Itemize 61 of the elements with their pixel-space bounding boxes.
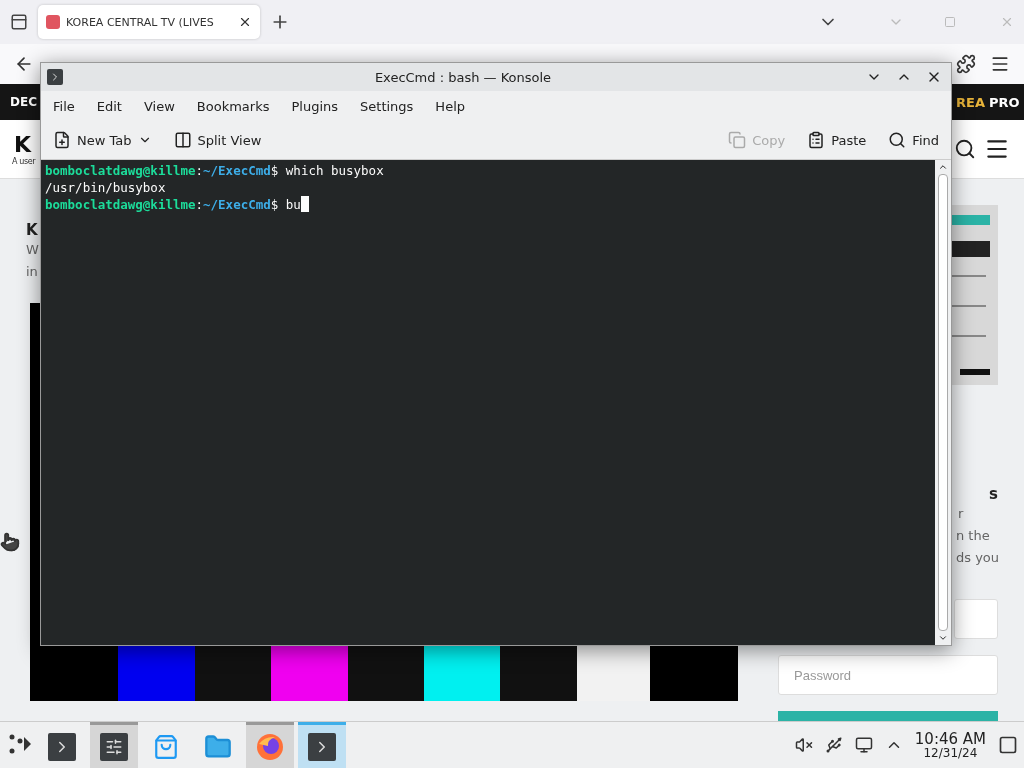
- toolbar-button[interactable]: Split View: [169, 129, 266, 151]
- scroll-up-icon[interactable]: [938, 162, 948, 172]
- terminal-line: /usr/bin/busybox: [45, 179, 167, 196]
- sliders-icon: [100, 732, 128, 761]
- window-title: ExecCmd : bash — Konsole: [373, 69, 553, 85]
- extensions-icon[interactable]: [956, 54, 976, 74]
- password-field[interactable]: Password: [778, 655, 998, 695]
- terminal-line: bomboclatdawg@killme:~/ExecCmd$ which busybox: [45, 162, 385, 179]
- brand-text: PRO: [988, 94, 1020, 110]
- toolbar-button[interactable]: Find: [884, 129, 943, 151]
- taskbar-item[interactable]: [246, 722, 294, 768]
- search-icon: [888, 131, 907, 149]
- menu-item[interactable]: View: [135, 94, 183, 118]
- clock-date[interactable]: 12/31/24: [923, 746, 978, 760]
- menu-item[interactable]: Settings: [352, 94, 422, 118]
- terminal-icon: [48, 732, 76, 761]
- folder-icon: [204, 732, 232, 761]
- pointer-hand-icon: [0, 532, 20, 552]
- favicon-icon: [46, 15, 60, 29]
- scrollbar[interactable]: [935, 160, 951, 645]
- article-text: W: [26, 241, 40, 259]
- toolbar-button[interactable]: Paste: [803, 129, 871, 151]
- store-bag-icon: [153, 733, 179, 760]
- menu-item[interactable]: Edit: [88, 94, 130, 118]
- search-icon[interactable]: [954, 138, 976, 160]
- aside-heading: s: [989, 485, 998, 503]
- tab-list-icon[interactable]: [10, 13, 28, 31]
- copy-icon: [728, 131, 747, 149]
- menu-item[interactable]: File: [45, 94, 83, 118]
- site-logo[interactable]: K: [14, 132, 36, 157]
- taskbar-item[interactable]: [90, 722, 138, 768]
- toolbar-button[interactable]: New Tab: [49, 129, 156, 151]
- terminal-line: bomboclatdawg@killme:~/ExecCmd$ bu: [45, 196, 931, 213]
- show-desktop-icon[interactable]: [998, 735, 1018, 755]
- network-icon[interactable]: [854, 736, 873, 754]
- input-field[interactable]: [954, 599, 998, 639]
- site-tagline: A user: [12, 156, 36, 166]
- menu-icon[interactable]: [990, 54, 1010, 74]
- article-text: in: [26, 263, 39, 281]
- split-view-icon: [173, 131, 192, 149]
- menu-item[interactable]: Bookmarks: [188, 94, 278, 118]
- aside-text: n the: [956, 527, 990, 545]
- taskbar-item[interactable]: [298, 722, 346, 768]
- menu-item[interactable]: Help: [427, 94, 473, 118]
- banner-text: DEC: [10, 95, 37, 109]
- usb-icon[interactable]: [824, 736, 843, 754]
- terminal-icon: [308, 732, 336, 761]
- scroll-down-icon[interactable]: [938, 633, 948, 643]
- terminal-icon: [47, 69, 63, 85]
- clipboard-icon: [807, 131, 826, 149]
- aside-text: r: [958, 505, 964, 523]
- menu-item[interactable]: Plugins: [283, 94, 347, 118]
- muted-speaker-icon[interactable]: [794, 736, 813, 754]
- new-tab-icon: [53, 131, 71, 149]
- article-heading: K: [26, 221, 39, 239]
- browser-globe-icon: [255, 731, 285, 762]
- close-tab-icon[interactable]: [238, 15, 252, 29]
- clock-time[interactable]: 10:46 AM: [914, 730, 986, 747]
- brand-text: REA: [956, 94, 985, 110]
- browser-tab[interactable]: KOREA CENTRAL TV (LIVES: [38, 5, 260, 39]
- aside-text: ds you: [956, 549, 1000, 567]
